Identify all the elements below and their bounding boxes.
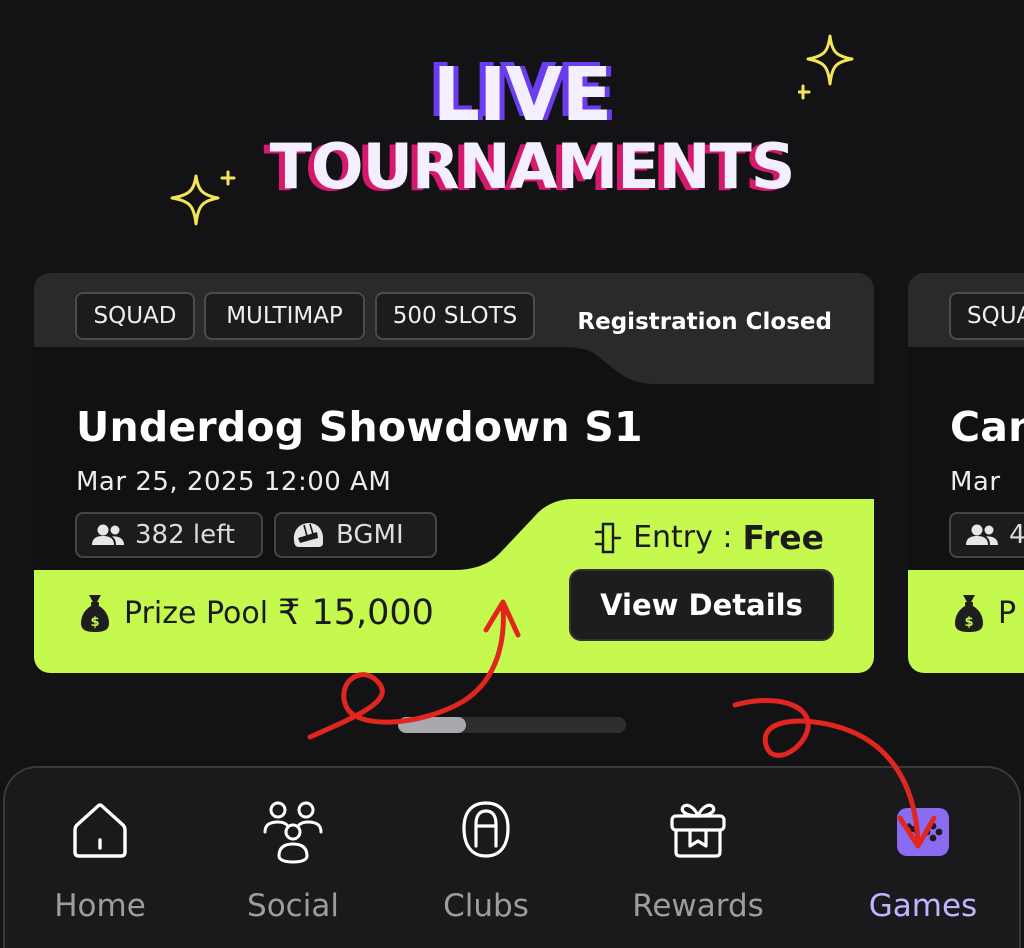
game-name: BGMI [336,520,404,550]
prize-label: P [998,595,1017,631]
tag-squad: SQUA [949,292,1024,340]
prize-pool: $ Prize Pool ₹ 15,000 [80,593,434,633]
bottom-nav: Home Social Clubs Rewards Games [3,766,1021,948]
svg-text:$: $ [90,615,99,630]
money-bag-icon: $ [955,595,983,632]
tournament-datetime: Mar [950,467,1001,497]
money-bag-icon: $ [81,595,109,632]
nav-label-social: Social [247,888,339,924]
entry-value: Free [742,518,824,557]
svg-text:$: $ [964,615,973,630]
tournament-card-next[interactable]: SQUA Can Mar 4 $ P [908,273,1024,673]
nav-label-home: Home [54,888,146,924]
tag-squad: SQUAD [75,292,195,340]
entry-fee: Entry : Free [593,518,824,557]
page-title: LIVE TOURNAMENTS [0,58,1024,198]
social-icon [263,801,323,864]
home-icon [73,803,127,858]
prize-amount: ₹ 15,000 [278,593,434,633]
nav-label-games: Games [868,888,978,924]
tag-multimap: MULTIMAP [204,292,365,340]
entry-label: Entry : [633,520,733,555]
ticket-icon [594,522,622,553]
slots-left-chip: 382 left [75,512,263,558]
nav-item-games[interactable]: Games [828,768,1018,948]
prize-pool: $ P [954,593,1016,633]
tag-slots: 500 SLOTS [375,292,535,340]
nav-label-rewards: Rewards [632,888,764,924]
prize-label: Prize Pool [124,595,269,631]
sparkle-icon [798,34,854,100]
tournament-name: Underdog Showdown S1 [76,403,643,451]
games-icon [897,808,949,856]
registration-status: Registration Closed [577,309,832,335]
nav-label-clubs: Clubs [443,888,529,924]
game-chip: BGMI [274,512,437,558]
gift-icon [670,803,726,858]
slots-left: 4 [1009,520,1024,550]
app-screen: LIVE TOURNAMENTS SQUAD MULTIMAP 500 SLOT… [0,0,1024,948]
tournament-card[interactable]: SQUAD MULTIMAP 500 SLOTS Registration Cl… [34,273,874,673]
helmet-icon [293,523,323,547]
nav-item-home[interactable]: Home [5,768,195,948]
tournament-datetime: Mar 25, 2025 12:00 AM [76,467,392,497]
title-line-live: LIVE [432,52,613,138]
tournament-name: Can [950,403,1024,451]
nav-item-social[interactable]: Social [198,768,388,948]
carousel-indicator[interactable] [398,717,626,733]
nav-item-clubs[interactable]: Clubs [391,768,581,948]
carousel-indicator-thumb[interactable] [398,717,466,733]
slots-left-chip: 4 [949,512,1024,558]
nav-item-rewards[interactable]: Rewards [603,768,793,948]
view-details-button[interactable]: View Details [569,569,834,641]
users-icon [966,524,998,545]
slots-left: 382 left [135,520,236,550]
users-icon [92,524,124,545]
clubs-icon [462,801,510,858]
sparkle-icon [170,170,236,226]
